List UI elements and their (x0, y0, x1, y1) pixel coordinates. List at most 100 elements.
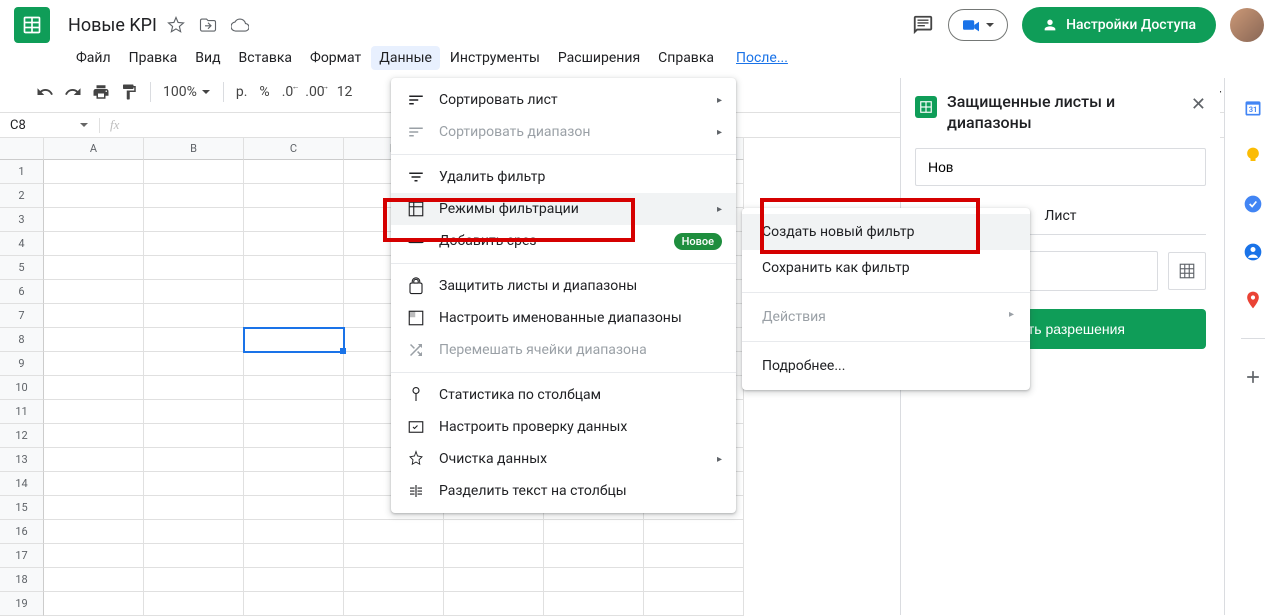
currency-button[interactable]: р. (236, 84, 248, 100)
cell[interactable] (244, 592, 344, 616)
calendar-icon[interactable]: 31 (1243, 98, 1263, 118)
row-header[interactable]: 5 (0, 256, 44, 280)
row-header[interactable]: 3 (0, 208, 44, 232)
add-addon-icon[interactable] (1243, 367, 1263, 387)
data-validation-item[interactable]: Настроить проверку данных (391, 411, 736, 443)
row-header[interactable]: 16 (0, 520, 44, 544)
redo-icon[interactable] (64, 83, 82, 101)
filter-views-item[interactable]: Режимы фильтрации▸ (391, 193, 736, 225)
cell[interactable] (44, 544, 144, 568)
cell[interactable] (144, 232, 244, 256)
cell[interactable] (644, 592, 744, 616)
cell[interactable] (44, 472, 144, 496)
cell[interactable] (244, 352, 344, 376)
cell[interactable] (544, 544, 644, 568)
cell[interactable] (44, 352, 144, 376)
named-ranges-item[interactable]: Настроить именованные диапазоны (391, 302, 736, 334)
add-slicer-item[interactable]: Добавить срез Новое (391, 225, 736, 257)
cell[interactable] (144, 424, 244, 448)
cell[interactable] (244, 184, 344, 208)
menu-data[interactable]: Данные (371, 46, 440, 70)
cell[interactable] (44, 376, 144, 400)
cell[interactable] (444, 592, 544, 616)
cell[interactable] (44, 424, 144, 448)
cell[interactable] (44, 232, 144, 256)
menu-file[interactable]: Файл (68, 46, 119, 70)
share-button[interactable]: Настройки Доступа (1022, 7, 1216, 43)
cell[interactable] (44, 208, 144, 232)
cell[interactable] (144, 376, 244, 400)
row-header[interactable]: 19 (0, 592, 44, 616)
col-header[interactable]: B (144, 138, 244, 160)
print-icon[interactable] (92, 83, 110, 101)
cloud-icon[interactable] (231, 16, 249, 34)
cell[interactable] (44, 592, 144, 616)
row-header[interactable]: 6 (0, 280, 44, 304)
cell[interactable] (244, 520, 344, 544)
cell[interactable] (44, 496, 144, 520)
tasks-icon[interactable] (1243, 194, 1263, 214)
col-header[interactable]: C (244, 138, 344, 160)
cell[interactable] (344, 544, 444, 568)
menu-format[interactable]: Формат (302, 46, 369, 70)
menu-extensions[interactable]: Расширения (550, 46, 648, 70)
cell[interactable] (444, 544, 544, 568)
cell[interactable] (244, 472, 344, 496)
cell[interactable] (144, 496, 244, 520)
cell[interactable] (44, 184, 144, 208)
menu-help[interactable]: Справка (650, 46, 722, 70)
inc-decimal-button[interactable]: .00→ (305, 84, 324, 100)
cell[interactable] (244, 256, 344, 280)
contacts-icon[interactable] (1243, 242, 1263, 262)
row-header[interactable]: 17 (0, 544, 44, 568)
cell[interactable] (144, 400, 244, 424)
row-header[interactable]: 15 (0, 496, 44, 520)
cell[interactable] (244, 496, 344, 520)
row-header[interactable]: 10 (0, 376, 44, 400)
row-header[interactable]: 13 (0, 448, 44, 472)
col-header[interactable]: A (44, 138, 144, 160)
cell[interactable] (144, 256, 244, 280)
cell[interactable] (244, 544, 344, 568)
cell[interactable] (44, 448, 144, 472)
range-grid-icon[interactable] (1168, 252, 1206, 290)
cell[interactable] (144, 328, 244, 352)
cell[interactable] (44, 400, 144, 424)
cell[interactable] (144, 352, 244, 376)
menu-last-edit[interactable]: После... (728, 46, 796, 70)
cell[interactable] (644, 568, 744, 592)
randomize-item[interactable]: Перемешать ячейки диапазона (391, 334, 736, 366)
row-header[interactable]: 9 (0, 352, 44, 376)
cell[interactable] (444, 520, 544, 544)
sheets-logo[interactable] (14, 7, 50, 43)
cell[interactable] (344, 592, 444, 616)
filter-more-item[interactable]: Подробнее... (742, 348, 1030, 384)
cell[interactable] (144, 544, 244, 568)
doc-title[interactable]: Новые KPI (68, 15, 157, 36)
cell[interactable] (44, 568, 144, 592)
create-new-filter-item[interactable]: Создать новый фильтр (742, 214, 1030, 250)
cell[interactable] (244, 328, 344, 352)
paint-icon[interactable] (120, 83, 138, 101)
avatar[interactable] (1230, 8, 1264, 42)
close-icon[interactable]: ✕ (1191, 94, 1206, 115)
save-as-filter-item[interactable]: Сохранить как фильтр (742, 250, 1030, 286)
filter-actions-item[interactable]: Действия▸ (742, 299, 1030, 335)
cell[interactable] (244, 568, 344, 592)
sort-range-item[interactable]: Сортировать диапазон▸ (391, 116, 736, 148)
cell[interactable] (244, 160, 344, 184)
row-header[interactable]: 2 (0, 184, 44, 208)
cell[interactable] (644, 520, 744, 544)
cell[interactable] (44, 256, 144, 280)
row-header[interactable]: 1 (0, 160, 44, 184)
cell[interactable] (144, 208, 244, 232)
cell[interactable] (144, 520, 244, 544)
meet-button[interactable] (948, 9, 1008, 41)
cell[interactable] (144, 184, 244, 208)
sort-sheet-item[interactable]: Сортировать лист▸ (391, 84, 736, 116)
format-number-button[interactable]: 12 (337, 84, 353, 100)
menu-edit[interactable]: Правка (121, 46, 186, 70)
menu-insert[interactable]: Вставка (231, 46, 300, 70)
cell[interactable] (344, 520, 444, 544)
zoom-select[interactable]: 100% (163, 84, 211, 100)
